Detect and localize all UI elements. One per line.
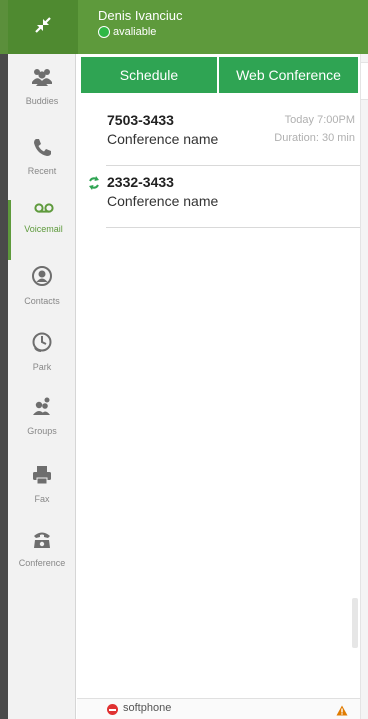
status-label: avaliable [113, 26, 157, 38]
sidebar-item-label: Conference [18, 558, 66, 568]
softphone-status-icon [107, 704, 118, 715]
sidebar-item-voicemail[interactable]: Voicemail [8, 200, 76, 260]
user-name: Denis Ivanciuc [98, 8, 183, 23]
recurring-icon [87, 175, 101, 196]
sidebar-item-label: Contacts [24, 296, 60, 306]
sidebar-item-contacts[interactable]: Contacts [8, 264, 76, 324]
status-indicator-icon [98, 26, 110, 38]
sidebar-item-label: Recent [27, 166, 57, 176]
sidebar-nav: Buddies Recent Voicemail Contacts Park G… [8, 54, 76, 719]
sidebar-item-recent[interactable]: Recent [8, 136, 76, 196]
conference-tabs: Schedule Web Conference [81, 57, 358, 93]
sidebar-item-conference[interactable]: Conference [8, 528, 76, 588]
buddies-icon [8, 66, 76, 93]
collapse-button[interactable] [8, 0, 78, 54]
sidebar-item-fax[interactable]: Fax [8, 464, 76, 524]
sidebar-item-label: Buddies [25, 96, 59, 106]
sidebar-item-label: Park [32, 362, 52, 372]
sidebar-item-label: Groups [27, 426, 57, 436]
conference-list: 7503-3433 Conference name Today 7:00PM D… [77, 104, 360, 228]
conference-panel: Schedule Web Conference 7503-3433 Confer… [77, 54, 360, 719]
conference-name: Conference name [107, 131, 219, 147]
divider [106, 227, 360, 228]
conference-number: 7503-3433 [107, 112, 174, 128]
presence-status[interactable]: avaliable [98, 26, 156, 38]
softphone-label[interactable]: softphone [123, 702, 171, 714]
voicemail-icon [11, 200, 76, 221]
fax-icon [8, 464, 76, 491]
right-panel-segment [361, 62, 368, 100]
sidebar-item-label: Voicemail [24, 224, 63, 234]
phone-icon [8, 136, 76, 163]
park-clock-icon [8, 330, 76, 359]
sidebar-item-park[interactable]: Park [8, 330, 76, 390]
status-bar: softphone [77, 698, 360, 719]
window-left-frame-accent [0, 0, 8, 54]
warning-icon[interactable] [336, 703, 348, 719]
list-item[interactable]: 7503-3433 Conference name Today 7:00PM D… [77, 104, 360, 166]
sidebar-item-buddies[interactable]: Buddies [8, 66, 76, 126]
sidebar-item-groups[interactable]: Groups [8, 396, 76, 456]
conference-phone-icon [8, 528, 76, 555]
list-item[interactable]: 2332-3433 Conference name [77, 166, 360, 228]
web-conference-button[interactable]: Web Conference [219, 57, 358, 93]
sidebar-item-label: Fax [34, 494, 50, 504]
app-header: Denis Ivanciuc avaliable [8, 0, 368, 54]
conference-number: 2332-3433 [107, 174, 174, 190]
right-panel-edge [360, 54, 368, 719]
groups-icon [8, 396, 76, 423]
scrollbar[interactable] [352, 598, 358, 648]
conference-time: Today 7:00PM [284, 114, 355, 126]
schedule-button[interactable]: Schedule [81, 57, 217, 93]
conference-duration: Duration: 30 min [274, 132, 355, 144]
contacts-icon [8, 264, 76, 293]
collapse-arrows-icon [32, 14, 54, 41]
window-left-frame [0, 0, 8, 719]
conference-name: Conference name [107, 193, 219, 209]
